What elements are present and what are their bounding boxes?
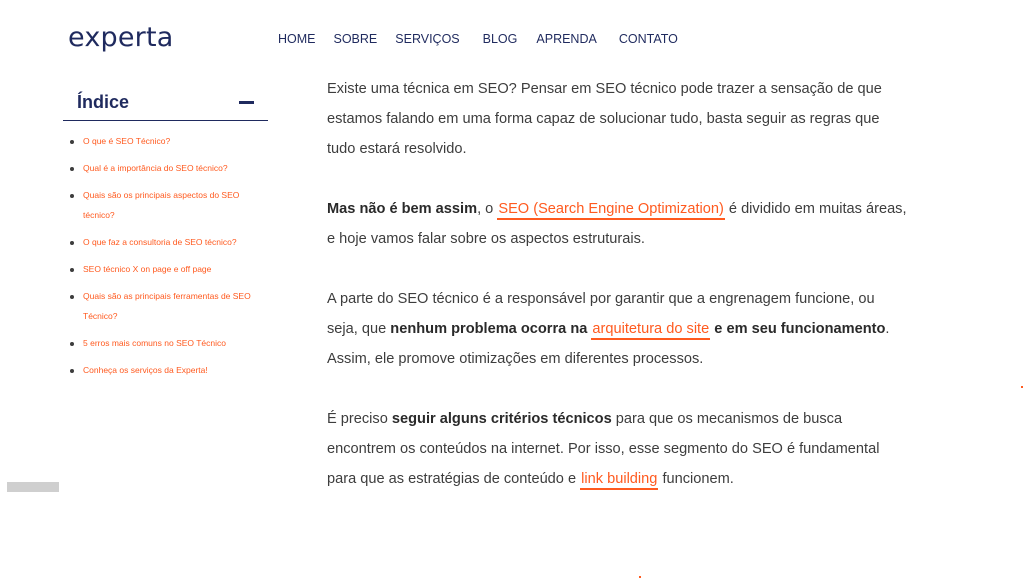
article-paragraph-2: Mas não é bem assim, o SEO (Search Engin… [327, 201, 907, 247]
link-seo[interactable]: SEO (Search Engine Optimization) [497, 201, 725, 220]
nav-blog[interactable]: BLOG [483, 32, 518, 46]
toc-item: SEO técnico X on page e off page [69, 259, 268, 279]
toc-item: Quais são os principais aspectos do SEO … [69, 185, 268, 225]
toc-item: O que é SEO Técnico? [69, 131, 268, 151]
floating-gray-tab[interactable] [7, 482, 59, 492]
toc-item: Conheça os serviços da Experta! [69, 360, 268, 380]
bold-text: nenhum problema ocorra na [390, 321, 592, 337]
decorative-dot [1021, 386, 1023, 388]
nav-contato[interactable]: CONTATO [619, 32, 678, 46]
nav-aprenda[interactable]: APRENDA [536, 32, 596, 46]
toc-item: Qual é a importância do SEO técnico? [69, 158, 268, 178]
toc-link-erros[interactable]: 5 erros mais comuns no SEO Técnico [83, 338, 226, 348]
toc-item: 5 erros mais comuns no SEO Técnico [69, 333, 268, 353]
table-of-contents: Índice O que é SEO Técnico? Qual é a imp… [63, 85, 268, 380]
nav-sobre[interactable]: SOBRE [334, 32, 378, 46]
article-paragraph-4: É preciso seguir alguns critérios técnic… [327, 404, 907, 494]
logo[interactable]: experta [68, 22, 174, 53]
decorative-dot [639, 576, 641, 578]
toc-item: Quais são as principais ferramentas de S… [69, 286, 268, 326]
link-arquitetura-do-site[interactable]: arquitetura do site [591, 321, 711, 340]
nav-servicos[interactable]: SERVIÇOS [395, 32, 459, 46]
toc-list: O que é SEO Técnico? Qual é a importânci… [63, 121, 268, 380]
article-paragraph-1: Existe uma técnica em SEO? Pensar em SEO… [327, 81, 882, 157]
toc-title: Índice [77, 92, 130, 112]
toc-link-o-que-e[interactable]: O que é SEO Técnico? [83, 136, 170, 146]
bold-text: e em seu funcionamento [710, 321, 886, 337]
link-link-building[interactable]: link building [580, 471, 659, 490]
toc-link-aspectos[interactable]: Quais são os principais aspectos do SEO … [83, 190, 239, 220]
article-body: Existe uma técnica em SEO? Pensar em SEO… [327, 74, 907, 524]
collapse-minus-icon[interactable] [239, 101, 254, 104]
toc-link-servicos[interactable]: Conheça os serviços da Experta! [83, 365, 208, 375]
toc-link-on-off-page[interactable]: SEO técnico X on page e off page [83, 264, 211, 274]
toc-link-consultoria[interactable]: O que faz a consultoria de SEO técnico? [83, 237, 237, 247]
main-nav: HOME SOBRE SERVIÇOS BLOG APRENDA CONTATO [278, 32, 678, 46]
nav-home[interactable]: HOME [278, 32, 316, 46]
toc-header: Índice [63, 85, 268, 121]
bold-text: Mas não é bem assim [327, 201, 478, 217]
toc-link-ferramentas[interactable]: Quais são as principais ferramentas de S… [83, 291, 251, 321]
toc-link-importancia[interactable]: Qual é a importância do SEO técnico? [83, 163, 228, 173]
article-paragraph-3: A parte do SEO técnico é a responsável p… [327, 291, 890, 367]
toc-item: O que faz a consultoria de SEO técnico? [69, 232, 268, 252]
bold-text: seguir alguns critérios técnicos [391, 411, 612, 427]
